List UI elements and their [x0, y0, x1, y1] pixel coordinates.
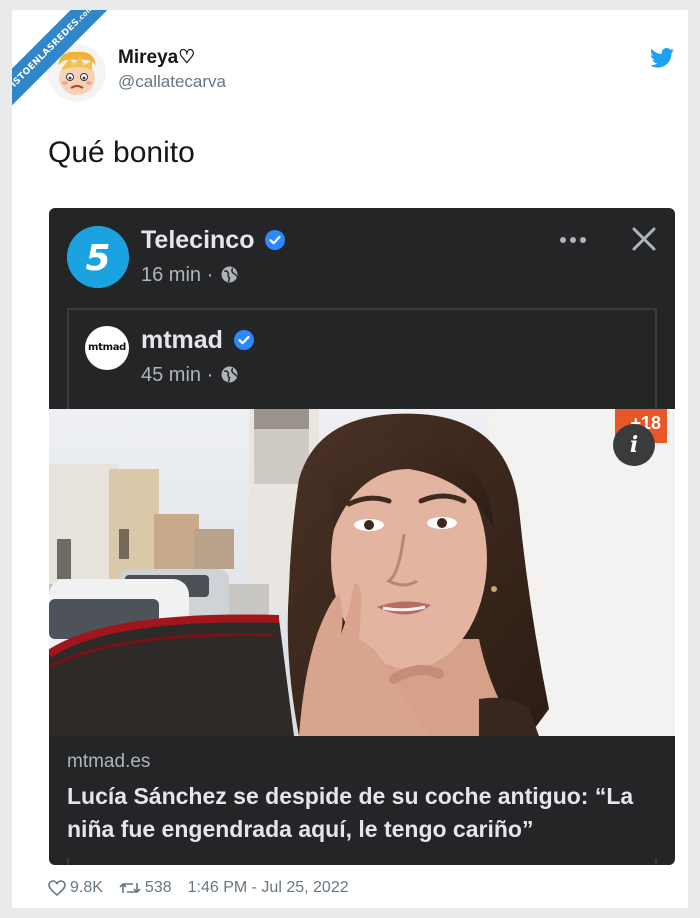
telecinco-logo: 5: [67, 226, 129, 288]
like-count: 9.8K: [70, 879, 103, 896]
globe-icon: [221, 266, 238, 283]
twitter-bird-icon[interactable]: [650, 48, 674, 68]
heart-icon: [48, 880, 66, 896]
shared-post-time: 45 min ·: [141, 364, 238, 387]
mtmad-logo: mtmad: [85, 326, 129, 370]
embedded-screenshot: 5 Telecinco 16 min · mtmad mtmad 45 min …: [49, 208, 675, 865]
link-preview-frame: [67, 858, 657, 865]
globe-icon: [221, 366, 238, 383]
watermark: VISTOENLASREDES.com: [12, 10, 142, 140]
tweet-text: Qué bonito: [48, 136, 195, 169]
tweet-timestamp[interactable]: 1:46 PM - Jul 25, 2022: [188, 879, 349, 897]
tweet-footer: 9.8K 538 1:46 PM - Jul 25, 2022: [48, 879, 349, 897]
link-preview-image[interactable]: [49, 409, 675, 736]
retweet-count: 538: [144, 879, 172, 896]
page-post-time: 16 min ·: [141, 264, 238, 287]
telecinco-logo-text: 5: [85, 238, 110, 279]
link-title[interactable]: Lucía Sánchez se despide de su coche ant…: [67, 780, 663, 846]
more-icon[interactable]: [559, 236, 587, 244]
tweet-card: VISTOENLASREDES.com Mireya♡ @callatecarv…: [12, 10, 688, 908]
watermark-ribbon: VISTOENLASREDES.com: [12, 10, 116, 115]
info-icon[interactable]: i: [613, 424, 655, 466]
page-name[interactable]: Telecinco: [141, 226, 286, 255]
retweet-button[interactable]: 538: [119, 879, 172, 897]
verified-icon: [233, 330, 254, 350]
close-icon[interactable]: [631, 226, 657, 252]
retweet-icon: [119, 883, 141, 893]
like-button[interactable]: 9.8K: [48, 879, 103, 897]
verified-icon: [265, 230, 286, 250]
shared-page-name[interactable]: mtmad: [141, 326, 254, 355]
link-domain[interactable]: mtmad.es: [67, 751, 150, 773]
